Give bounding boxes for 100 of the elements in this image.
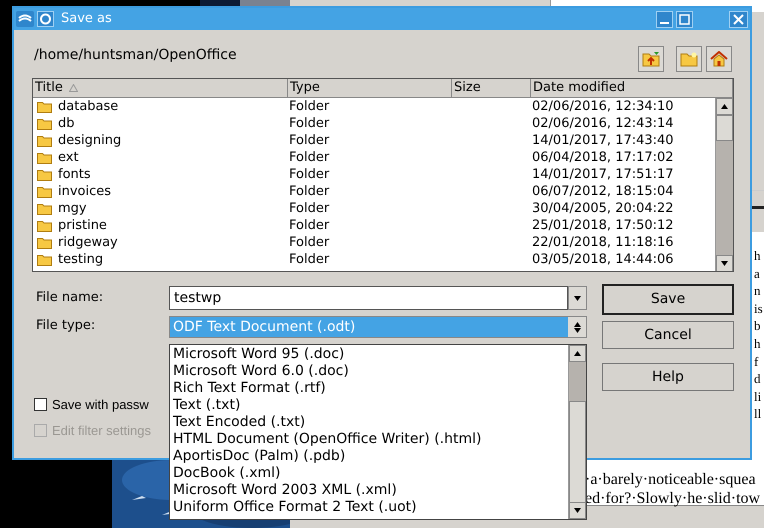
home-button[interactable] — [706, 46, 732, 72]
file-date: 03/05/2018, 14:44:06 — [531, 250, 674, 269]
file-title: ridgeway — [58, 234, 118, 252]
file-date: 25/01/2018, 17:50:12 — [531, 216, 674, 235]
file-date: 30/04/2005, 20:04:22 — [531, 200, 674, 218]
file-date: 06/07/2012, 18:15:04 — [531, 182, 674, 201]
file-type-option[interactable]: Uniform Office Format 2 Text (.uot) — [170, 499, 568, 516]
file-title: ext — [58, 148, 79, 167]
document-text: ·a·barely·noticeable·squea — [585, 470, 757, 489]
document-text: is — [754, 300, 763, 318]
file-type-option[interactable]: Text Encoded (.txt) — [170, 414, 568, 431]
folder-icon — [37, 134, 52, 147]
file-row[interactable]: pristine Folder 25/01/2018, 17:50:12 — [33, 217, 717, 234]
new-folder-button[interactable] — [676, 46, 702, 72]
file-type-option[interactable]: Microsoft Word 95 (.doc) — [170, 346, 568, 363]
file-type-option[interactable]: HTML Document (OpenOffice Writer) (.html) — [170, 431, 568, 448]
file-type: Folder — [288, 182, 330, 201]
file-type-option[interactable]: AportisDoc (Palm) (.pdb) — [170, 448, 568, 465]
folder-star-icon — [680, 51, 698, 67]
folder-up-button[interactable] — [638, 46, 664, 72]
file-date: 06/04/2018, 17:17:02 — [531, 148, 674, 167]
file-row[interactable]: designing Folder 14/01/2017, 17:43:40 — [33, 132, 717, 149]
file-row[interactable]: database Folder 02/06/2016, 12:34:10 — [33, 98, 717, 115]
folder-icon — [37, 202, 52, 215]
file-type-option[interactable]: Rich Text Format (.rtf) — [170, 380, 568, 397]
triangle-down-icon — [574, 296, 581, 300]
path-label: /home/huntsman/OpenOffice — [34, 46, 238, 64]
file-type: Folder — [288, 148, 330, 167]
file-type-option[interactable]: Text (.txt) — [170, 397, 568, 414]
scroll-thumb[interactable] — [716, 115, 733, 141]
document-text: f — [754, 352, 760, 370]
document-text: h — [754, 247, 762, 265]
column-header[interactable]: Size — [452, 79, 531, 97]
dropdown-button[interactable] — [568, 286, 587, 310]
file-row[interactable]: ext Folder 06/04/2018, 17:17:02 — [33, 149, 717, 166]
document-text: ll — [754, 405, 762, 423]
file-type: Folder — [288, 200, 330, 218]
file-type-option[interactable]: Microsoft Word 6.0 (.doc) — [170, 363, 568, 380]
scrollbar[interactable] — [568, 345, 586, 519]
file-title: database — [58, 98, 118, 116]
column-header[interactable]: Title — [33, 79, 288, 97]
file-row[interactable]: testing Folder 03/05/2018, 14:44:06 — [33, 251, 717, 268]
triangle-down-icon — [721, 261, 728, 266]
file-row[interactable]: ridgeway Folder 22/01/2018, 11:18:16 — [33, 234, 717, 251]
column-header[interactable]: Date modified — [531, 79, 733, 97]
document-text: li — [754, 388, 762, 406]
dialog-button[interactable]: Save — [602, 284, 734, 315]
minimize-button[interactable] — [656, 10, 673, 28]
file-name-label: File name: — [36, 289, 104, 307]
window-title: Save as — [61, 10, 112, 28]
triangle-up-icon — [574, 322, 580, 326]
folder-icon — [37, 117, 52, 130]
scroll-down-button[interactable] — [716, 255, 733, 271]
folder-icon — [37, 185, 52, 198]
file-title: fonts — [58, 166, 91, 184]
scroll-down-button[interactable] — [569, 502, 586, 519]
document-text: a — [754, 264, 761, 282]
file-title: invoices — [58, 182, 112, 201]
folder-icon — [37, 236, 52, 249]
file-row[interactable]: db Folder 02/06/2016, 12:43:14 — [33, 115, 717, 132]
column-header[interactable]: Type — [288, 79, 452, 97]
maximize-button[interactable] — [676, 10, 693, 28]
file-type-option[interactable]: Microsoft Word 2003 XML (.xml) — [170, 482, 568, 499]
file-type: Folder — [288, 132, 330, 150]
scrollbar[interactable] — [715, 98, 733, 271]
folder-icon — [37, 168, 52, 181]
app-icon — [16, 11, 34, 27]
triangle-up-icon — [721, 104, 728, 109]
checkbox-option[interactable]: Save with passw — [34, 395, 149, 414]
window-menu-icon[interactable] — [37, 11, 54, 27]
triangle-down-icon — [574, 508, 581, 513]
file-type: Folder — [288, 166, 330, 184]
triangle-up-icon — [574, 351, 581, 356]
file-date: 14/01/2017, 17:51:17 — [531, 166, 674, 184]
document-text: n — [754, 282, 762, 300]
dialog-button[interactable]: Cancel — [602, 321, 734, 349]
document-text: h — [754, 334, 762, 353]
spin-arrows-icon[interactable] — [568, 317, 586, 337]
file-name-field[interactable]: testwp — [169, 286, 568, 310]
triangle-down-icon — [574, 328, 580, 332]
file-type: Folder — [288, 114, 330, 133]
folder-icon — [37, 219, 52, 232]
file-type-label: File type: — [36, 317, 96, 335]
folder-icon — [37, 151, 52, 164]
file-type-option[interactable]: DocBook (.xml) — [170, 465, 568, 482]
close-button[interactable] — [729, 10, 748, 28]
file-row[interactable]: invoices Folder 06/07/2012, 18:15:04 — [33, 183, 717, 200]
dialog-button[interactable]: Help — [602, 363, 734, 391]
file-type: Folder — [288, 250, 330, 269]
file-row[interactable]: fonts Folder 14/01/2017, 17:51:17 — [33, 166, 717, 183]
folder-icon — [37, 100, 52, 113]
folder-arrow-icon — [642, 51, 660, 67]
file-row[interactable]: mgy Folder 30/04/2005, 20:04:22 — [33, 200, 717, 217]
file-title: pristine — [58, 216, 107, 235]
checkbox[interactable] — [34, 398, 47, 412]
file-type: Folder — [288, 216, 330, 235]
scroll-up-button[interactable] — [716, 98, 733, 115]
file-type: Folder — [288, 98, 330, 116]
document-text: d — [754, 370, 762, 388]
scroll-up-button[interactable] — [569, 345, 586, 362]
